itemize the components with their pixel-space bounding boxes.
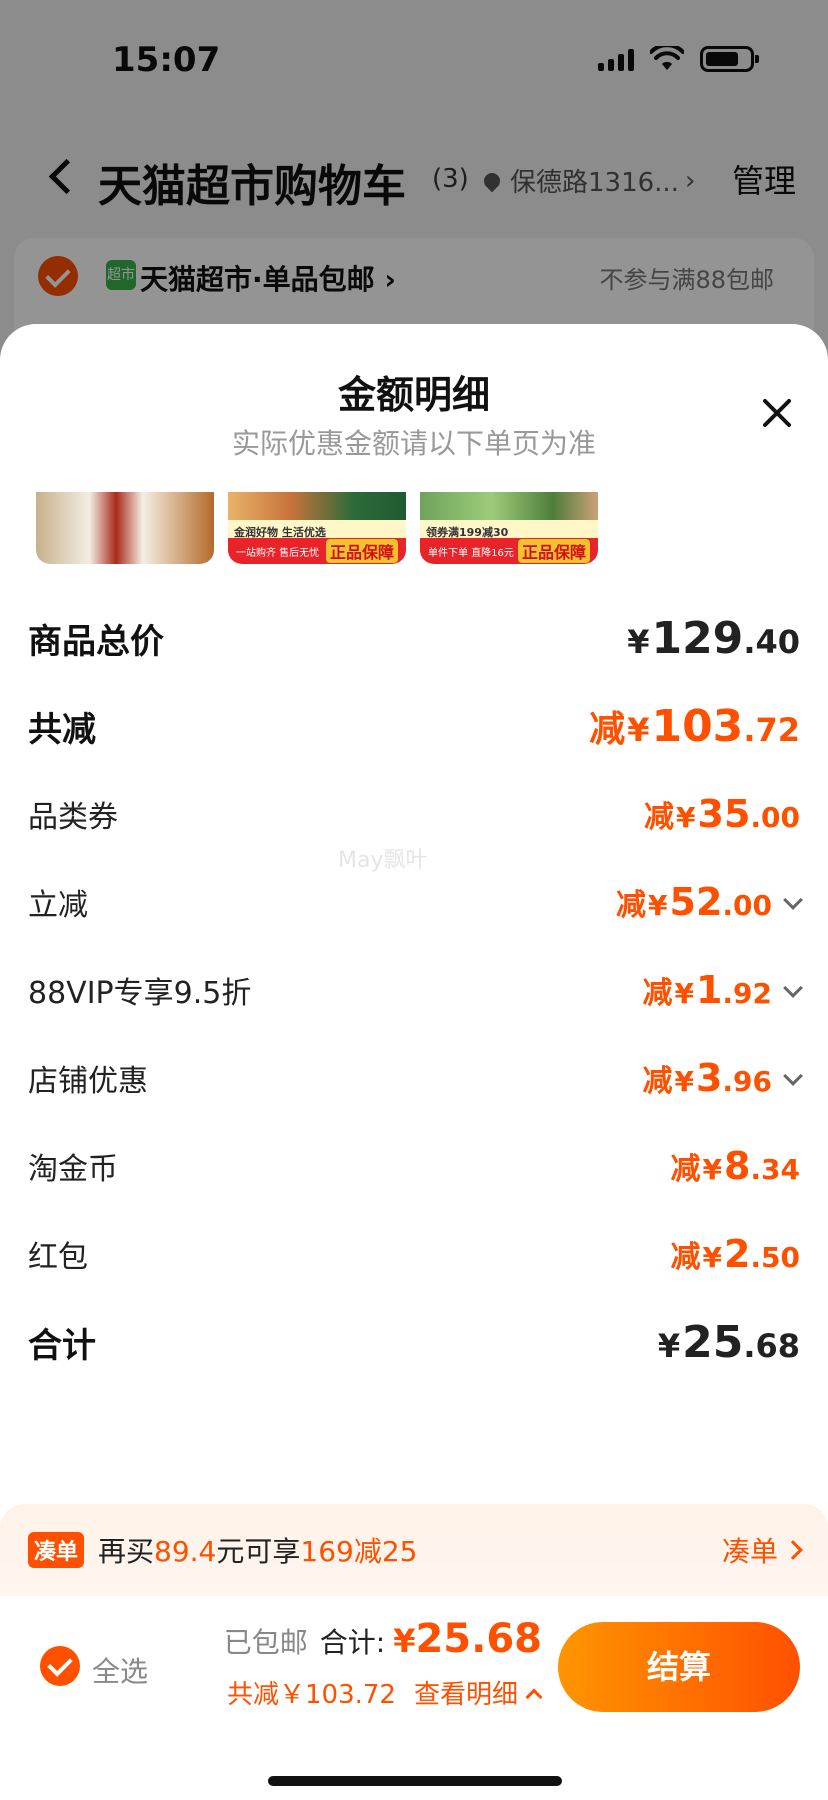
close-icon[interactable] (760, 396, 794, 430)
sheet-subtitle: 实际优惠金额请以下单页为准 (231, 427, 596, 460)
row-amount: 减 ¥3.96 (642, 1056, 803, 1100)
product-thumb-1 (36, 492, 214, 564)
savings-text: 共减￥103.72 (227, 1680, 396, 1710)
checkout-button[interactable]: 结算 (558, 1622, 800, 1712)
shipping-status: 已包邮 (223, 1626, 308, 1659)
bundle-promo-strip[interactable]: 凑单 再买89.4元可享169减25 凑单 (0, 1504, 828, 1596)
row-label: 淘金币 (28, 1152, 118, 1187)
thumb-badge: 正品保障 (517, 539, 590, 563)
row-total-price: 商品总价 ¥129.40 (28, 594, 800, 682)
row-label: 红包 (28, 1240, 88, 1275)
row-amount: 减 ¥103.72 (589, 701, 800, 752)
row-amount: 减 ¥8.34 (670, 1144, 800, 1188)
total-value: 25.68 (415, 1616, 542, 1662)
row-label: 立减 (28, 888, 88, 923)
amount-detail-sheet: 金额明细 实际优惠金额请以下单页为准 金润好物 生活优选 一站购齐 售后无忧 正… (0, 324, 828, 1800)
chevron-up-icon[interactable] (525, 1688, 543, 1705)
checkout-total: 已包邮 合计: ¥ 25.68 (224, 1616, 542, 1662)
product-thumbnails: 金润好物 生活优选 一站购齐 售后无忧 正品保障 领券满199减30 单件下单 … (36, 492, 598, 564)
row-label: 店铺优惠 (28, 1064, 148, 1099)
row-category-coupon: 品类券 减 ¥35.00 (28, 770, 800, 858)
view-details-link[interactable]: 查看明细 (414, 1674, 518, 1711)
product-thumb-2: 金润好物 生活优选 一站购齐 售后无忧 正品保障 (228, 492, 406, 564)
row-label: 商品总价 (28, 621, 164, 662)
row-amount: 减 ¥35.00 (644, 792, 800, 836)
chevron-down-icon[interactable] (783, 978, 803, 998)
row-store-discount[interactable]: 店铺优惠 减 ¥3.96 (28, 1034, 803, 1122)
row-amount: ¥129.40 (627, 612, 800, 664)
select-all-checkbox[interactable] (40, 1646, 80, 1686)
row-amount: 减 ¥1.92 (642, 968, 803, 1012)
row-amount: ¥25.68 (657, 1316, 800, 1368)
chevron-down-icon[interactable] (783, 890, 803, 910)
row-red-packet: 红包 减 ¥2.50 (28, 1210, 800, 1298)
row-88vip-discount[interactable]: 88VIP专享9.5折 减 ¥1.92 (28, 946, 803, 1034)
bundle-link[interactable]: 凑单 (722, 1530, 803, 1570)
chevron-down-icon[interactable] (783, 1066, 803, 1086)
row-grand-total: 合计 ¥25.68 (28, 1298, 800, 1386)
checkout-bar: 全选 已包邮 合计: ¥ 25.68 共减￥103.72 查看明细 结算 (0, 1596, 828, 1746)
thumb-badge: 正品保障 (325, 539, 398, 563)
bundle-tag: 凑单 (28, 1532, 85, 1568)
select-all-label[interactable]: 全选 (92, 1650, 148, 1690)
thumb-small-text: 一站购齐 售后无忧 (236, 547, 320, 559)
row-label: 共减 (28, 709, 96, 750)
total-label: 合计: (319, 1626, 386, 1659)
chevron-right-icon (783, 1540, 803, 1560)
row-taojinbi: 淘金币 减 ¥8.34 (28, 1122, 800, 1210)
row-label: 88VIP专享9.5折 (28, 976, 252, 1011)
row-label: 合计 (28, 1325, 96, 1366)
row-label: 品类券 (28, 800, 118, 835)
row-amount: 减 ¥52.00 (616, 880, 803, 924)
row-total-discount: 共减 减 ¥103.72 (28, 682, 800, 770)
row-instant-discount[interactable]: 立减 减 ¥52.00 (28, 858, 803, 946)
product-thumb-3: 领券满199减30 单件下单 直降16元 正品保障 (420, 492, 598, 564)
home-indicator (268, 1776, 562, 1786)
row-amount: 减 ¥2.50 (670, 1232, 800, 1276)
total-currency: ¥ (393, 1622, 416, 1660)
amount-rows: 商品总价 ¥129.40 共减 减 ¥103.72 品类券 减 ¥35.00 立减 … (28, 594, 803, 1386)
thumb-small-text: 单件下单 直降16元 (428, 547, 514, 559)
checkout-savings: 共减￥103.72 查看明细 (227, 1674, 543, 1711)
bundle-promo-text: 再买89.4元可享169减25 (98, 1535, 418, 1568)
sheet-title: 金额明细 (337, 373, 490, 417)
